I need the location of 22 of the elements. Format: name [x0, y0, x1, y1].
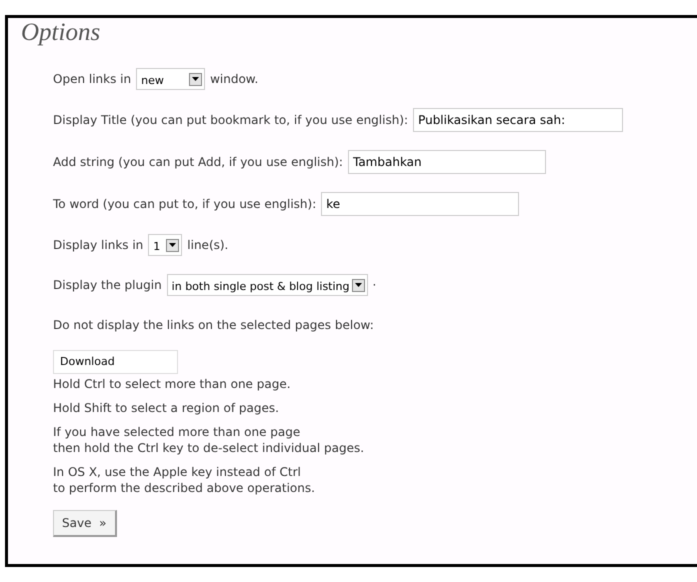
option-label: line(s).: [187, 238, 228, 252]
option-label: Open links in: [53, 72, 132, 86]
option-label: ·: [372, 278, 376, 292]
hint-text: If you have selected more than one page then hold the Ctrl key to de-select individual pages.: [53, 424, 366, 456]
option-label: Display the plugin: [53, 278, 162, 292]
option-label: Add string (you can put Add, if you use english):: [53, 155, 343, 169]
dropdown[interactable]: 1: [148, 234, 182, 256]
text-field[interactable]: Publikasikan secara sah:: [413, 108, 624, 132]
hint-text: Hold Shift to select a region of pages.: [53, 400, 280, 416]
text-field[interactable]: ke: [321, 192, 520, 216]
option-label: Display Title (you can put bookmark to, if you use english):: [53, 113, 408, 127]
hint-text: Hold Ctrl to select more than one page.: [53, 376, 292, 392]
panel-title: Options: [21, 18, 102, 48]
dropdown[interactable]: new: [136, 68, 206, 90]
dropdown[interactable]: in both single post & blog listing: [166, 274, 368, 296]
option-label: Display links in: [53, 238, 144, 252]
option-label: Do not display the links on the selected pages below:: [53, 318, 374, 332]
text-field[interactable]: Tambahkan: [348, 150, 546, 174]
hint-text: In OS X, use the Apple key instead of Ctrl to perform the described above operations.: [53, 464, 316, 496]
option-label: window.: [210, 72, 258, 86]
option-label: To word (you can put to, if you use english):: [53, 197, 316, 211]
save-button[interactable]: Save »: [53, 510, 118, 537]
